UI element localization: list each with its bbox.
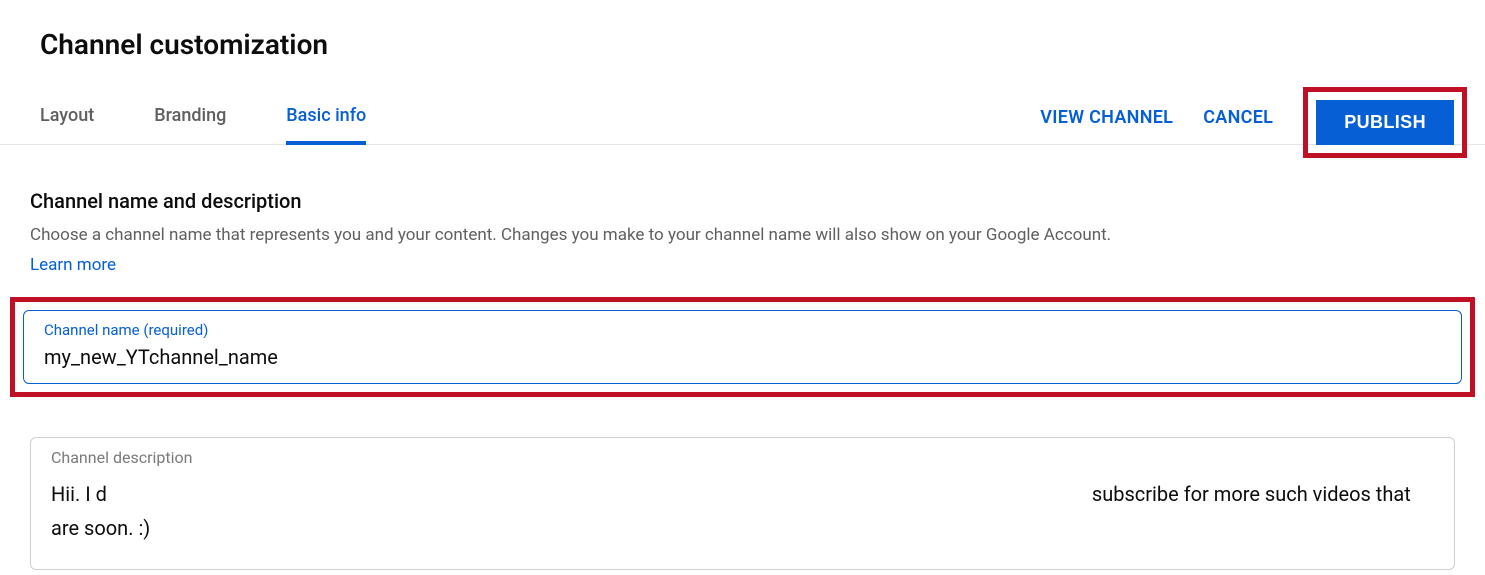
channel-description-wrap: Channel description Hii. I d subscribe f… (30, 437, 1455, 570)
tab-basic-info[interactable]: Basic info (286, 91, 366, 144)
section-title: Channel name and description (30, 189, 1455, 213)
publish-button[interactable]: PUBLISH (1316, 100, 1454, 145)
tabs: Layout Branding Basic info (40, 91, 366, 144)
header-actions: VIEW CHANNEL CANCEL PUBLISH (1040, 91, 1485, 144)
channel-name-label: Channel name (required) (44, 321, 1441, 339)
content-area: Channel name and description Choose a ch… (0, 145, 1485, 570)
learn-more-link[interactable]: Learn more (30, 255, 116, 275)
channel-description-field[interactable]: Channel description Hii. I d subscribe f… (30, 437, 1455, 570)
channel-name-highlight: Channel name (required) (10, 297, 1475, 397)
publish-highlight: PUBLISH (1303, 87, 1467, 158)
view-channel-button[interactable]: VIEW CHANNEL (1040, 107, 1173, 128)
tab-branding[interactable]: Branding (154, 91, 226, 144)
topbar: Layout Branding Basic info VIEW CHANNEL … (0, 91, 1485, 145)
channel-name-input[interactable] (44, 345, 1441, 369)
tab-layout[interactable]: Layout (40, 91, 94, 144)
section-help-text: Choose a channel name that represents yo… (30, 223, 1455, 249)
channel-name-field[interactable]: Channel name (required) (23, 310, 1462, 384)
channel-description-text[interactable]: Hii. I d subscribe for more such videos … (51, 477, 1434, 545)
page-title: Channel customization (0, 0, 1485, 61)
channel-description-label: Channel description (51, 448, 1434, 467)
cancel-button[interactable]: CANCEL (1203, 107, 1273, 128)
